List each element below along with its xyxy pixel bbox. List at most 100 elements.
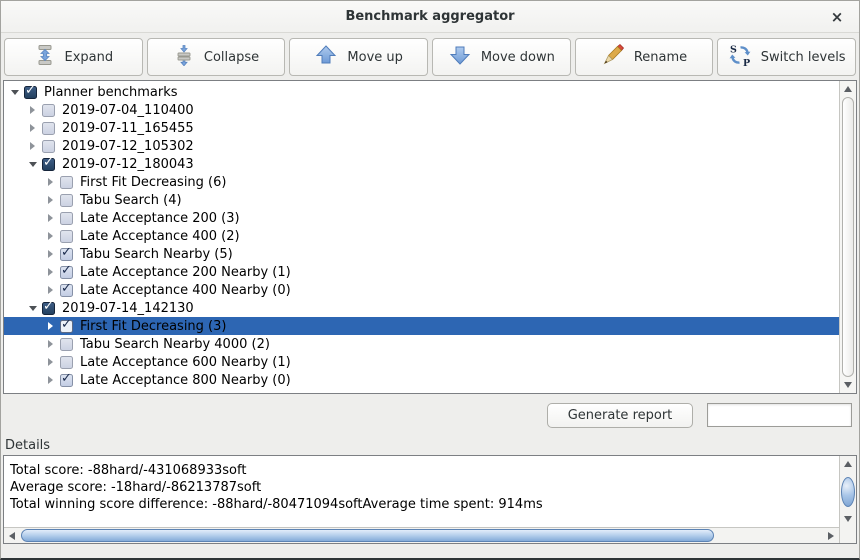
details-line: Total score: -88hard/-431068933soft <box>10 462 833 479</box>
tree-checkbox[interactable] <box>60 266 73 279</box>
benchmark-tree-panel: Planner benchmarks 2019-07-04_110400 201… <box>3 80 857 394</box>
tree-row[interactable]: Late Acceptance 800 Nearby (0) <box>4 371 839 389</box>
tree-row[interactable]: First Fit Decreasing (6) <box>4 173 839 191</box>
tree-expander-icon[interactable] <box>44 286 57 294</box>
tree-row[interactable]: 2019-07-11_165455 <box>4 119 839 137</box>
switch-levels-icon: S P <box>728 43 752 71</box>
rename-button-label: Rename <box>634 50 687 65</box>
tree-row[interactable]: Tabu Search (4) <box>4 191 839 209</box>
tree-expander-icon[interactable] <box>26 306 39 311</box>
tree-row-label: Tabu Search (4) <box>80 193 182 208</box>
tree-checkbox[interactable] <box>24 86 37 99</box>
expand-button[interactable]: Expand <box>4 38 143 76</box>
tree-row[interactable]: 2019-07-12_105302 <box>4 137 839 155</box>
tree-checkbox[interactable] <box>42 140 55 153</box>
move-up-button-label: Move up <box>347 50 403 65</box>
tree-expander-icon[interactable] <box>44 232 57 240</box>
tree-row[interactable]: Late Acceptance 400 (2) <box>4 227 839 245</box>
tree-checkbox[interactable] <box>42 302 55 315</box>
tree-row-label: Late Acceptance 200 (3) <box>80 211 240 226</box>
details-vscroll-thumb[interactable] <box>841 477 855 507</box>
tree-row-label: 2019-07-12_180043 <box>62 157 194 172</box>
tree-row-label: Late Acceptance 400 Nearby (0) <box>80 283 291 298</box>
tree-expander-icon[interactable] <box>44 322 57 330</box>
tree-expander-icon[interactable] <box>44 358 57 366</box>
details-line: Total winning score difference: -88hard/… <box>10 496 833 513</box>
move-up-icon <box>314 43 338 71</box>
tree-row-label: 2019-07-04_110400 <box>62 103 194 118</box>
details-panel: Total score: -88hard/-431068933soft Aver… <box>3 455 857 544</box>
tree-row-label: 2019-07-12_105302 <box>62 139 194 154</box>
tree-checkbox[interactable] <box>42 104 55 117</box>
report-progress-field[interactable] <box>707 403 852 427</box>
details-vertical-scrollbar[interactable] <box>839 456 856 543</box>
switch-levels-button-label: Switch levels <box>761 50 846 65</box>
titlebar: Benchmark aggregator × <box>1 1 859 33</box>
tree-row[interactable]: Planner benchmarks <box>4 83 839 101</box>
tree-checkbox[interactable] <box>60 248 73 261</box>
tree-checkbox[interactable] <box>60 212 73 225</box>
details-scroll-down-icon[interactable] <box>840 511 856 527</box>
tree-checkbox[interactable] <box>60 338 73 351</box>
details-scroll-left-icon[interactable] <box>4 528 20 543</box>
scroll-down-icon[interactable] <box>840 377 856 393</box>
details-hscroll-thumb[interactable] <box>21 529 714 542</box>
tree-expander-icon[interactable] <box>44 196 57 204</box>
tree-vertical-scrollbar[interactable] <box>839 81 856 393</box>
rename-button[interactable]: Rename <box>575 38 714 76</box>
move-down-button-label: Move down <box>481 50 555 65</box>
tree-expander-icon[interactable] <box>26 142 39 150</box>
tree-row[interactable]: Late Acceptance 400 Nearby (0) <box>4 281 839 299</box>
details-scroll-up-icon[interactable] <box>840 456 856 472</box>
switch-levels-button[interactable]: S P Switch levels <box>717 38 856 76</box>
close-icon[interactable]: × <box>828 8 846 26</box>
generate-report-button[interactable]: Generate report <box>547 403 693 428</box>
tree-checkbox[interactable] <box>42 122 55 135</box>
rename-icon <box>601 43 625 71</box>
tree-expander-icon[interactable] <box>44 250 57 258</box>
move-up-button[interactable]: Move up <box>289 38 428 76</box>
tree-row[interactable]: 2019-07-04_110400 <box>4 101 839 119</box>
tree-expander-icon[interactable] <box>26 124 39 132</box>
toolbar: Expand Collapse <box>1 33 859 80</box>
scroll-up-icon[interactable] <box>840 81 856 97</box>
tree-checkbox[interactable] <box>60 230 73 243</box>
tree-expander-icon[interactable] <box>44 268 57 276</box>
tree-row[interactable]: First Fit Decreasing (3) <box>4 317 839 335</box>
tree-checkbox[interactable] <box>60 176 73 189</box>
tree-row[interactable]: Tabu Search Nearby (5) <box>4 245 839 263</box>
tree-checkbox[interactable] <box>60 374 73 387</box>
tree-expander-icon[interactable] <box>44 376 57 384</box>
window-title: Benchmark aggregator <box>345 9 514 24</box>
tree-expander-icon[interactable] <box>44 340 57 348</box>
expand-button-label: Expand <box>65 50 114 65</box>
tree-expander-icon[interactable] <box>44 178 57 186</box>
collapse-button-label: Collapse <box>204 50 259 65</box>
tree-row-label: Tabu Search Nearby (5) <box>80 247 233 262</box>
tree-checkbox[interactable] <box>60 356 73 369</box>
tree-checkbox[interactable] <box>60 320 73 333</box>
tree-row[interactable]: Tabu Search Nearby 4000 (2) <box>4 335 839 353</box>
tree-row-label: First Fit Decreasing (3) <box>80 319 226 334</box>
tree-row[interactable]: 2019-07-12_180043 <box>4 155 839 173</box>
tree-row[interactable]: Late Acceptance 600 Nearby (1) <box>4 353 839 371</box>
tree-row[interactable]: Late Acceptance 200 Nearby (1) <box>4 263 839 281</box>
tree-checkbox[interactable] <box>42 158 55 171</box>
details-label: Details <box>1 436 859 455</box>
tree-expander-icon[interactable] <box>8 90 21 95</box>
tree-scrollbar-thumb[interactable] <box>842 97 854 377</box>
tree-expander-icon[interactable] <box>44 214 57 222</box>
details-scroll-right-icon[interactable] <box>823 528 839 543</box>
collapse-button[interactable]: Collapse <box>147 38 286 76</box>
tree-row-label: First Fit Decreasing (6) <box>80 175 226 190</box>
move-down-button[interactable]: Move down <box>432 38 571 76</box>
details-horizontal-scrollbar[interactable] <box>4 527 839 543</box>
tree-checkbox[interactable] <box>60 194 73 207</box>
tree-row-label: Late Acceptance 400 (2) <box>80 229 240 244</box>
tree-checkbox[interactable] <box>60 284 73 297</box>
tree-expander-icon[interactable] <box>26 106 39 114</box>
tree-row[interactable]: Late Acceptance 200 (3) <box>4 209 839 227</box>
tree-row-label: Late Acceptance 200 Nearby (1) <box>80 265 291 280</box>
tree-expander-icon[interactable] <box>26 162 39 167</box>
tree-row[interactable]: 2019-07-14_142130 <box>4 299 839 317</box>
